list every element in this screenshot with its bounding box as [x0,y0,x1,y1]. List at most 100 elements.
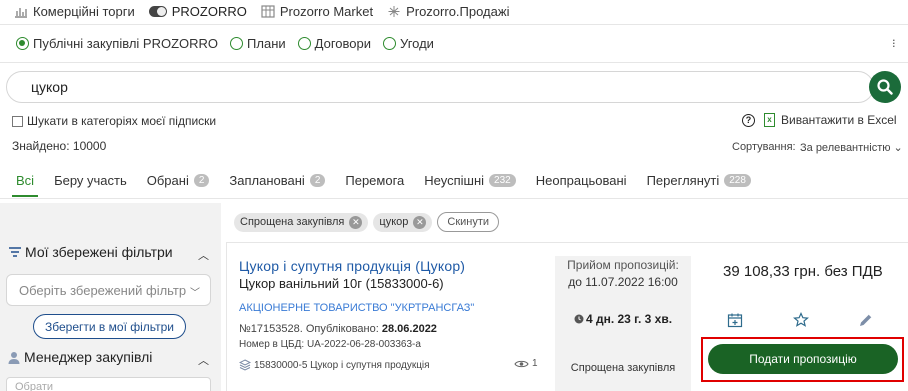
chevron-up-icon[interactable]: ︿ [198,247,209,263]
tender-card: Цукор і супутня продукція (Цукор) Цукор … [226,242,908,391]
clock-icon [574,314,584,324]
procurement-type: Спрощена закупівля [570,362,676,374]
saved-filter-select[interactable]: Оберіть збережений фільтр ﹀ [6,274,211,306]
tender-status: Прийом пропозицій: [567,258,679,272]
tab-label: Неуспішні [424,173,485,188]
sort-value: За релевантністю [800,142,891,154]
tender-deadline: до 11.07.2022 16:00 [568,275,678,289]
person-icon [8,351,20,364]
active-filters: Спрощена закупівля ✕ цукор ✕ Скинути [234,212,500,232]
tab-planned[interactable]: Заплановані 2 [219,169,335,196]
tab-unsuccessful[interactable]: Неуспішні 232 [414,169,525,196]
pencil-icon[interactable] [858,312,874,328]
reset-filters-button[interactable]: Скинути [437,212,500,232]
nav-label: Prozorro Market [279,3,374,19]
tab-label: Переглянуті [646,173,720,188]
countdown-text: 4 дн. 23 г. 3 хв. [585,312,673,326]
nav-prozorro-sales[interactable]: Prozorro.Продажі [387,4,509,19]
classification: 15830000-5 Цукор і супутня продукція [239,359,430,371]
sort-label: Сортування: [732,141,796,153]
radio-dot [16,37,29,50]
help-icon[interactable]: ? [742,114,755,127]
count-badge: 2 [309,174,326,187]
save-filter-button[interactable]: Зберегти в мої фільтри [33,314,186,339]
results-count: Знайдено: 10000 [12,139,107,153]
sort-dropdown[interactable]: За релевантністю ⌄ [800,141,903,154]
tab-label: Перемога [345,173,405,188]
radio-public-procurement[interactable]: Публічні закупівлі PROZORRO [16,36,218,51]
tab-favorites[interactable]: Обрані 2 [137,169,220,196]
filter-lines-icon [9,247,21,257]
top-navigation: Комерційні торги PROZORRO Prozorro Marke… [0,0,908,22]
star-icon[interactable] [793,312,809,328]
nav-commercial-trades[interactable]: Комерційні торги [14,4,135,19]
toggle-icon [148,5,167,17]
chevron-down-icon: ⌄ [893,142,903,154]
tender-title[interactable]: Цукор і супутня продукція (Цукор) [239,258,465,274]
count-badge: 232 [489,174,516,187]
tab-label: Обрані [146,173,189,188]
tender-price: 39 108,33 грн. без ПДВ [723,263,883,280]
tab-label: Всі [16,173,35,188]
excel-icon: x [764,113,775,127]
tender-status-panel: Прийом пропозицій: до 11.07.2022 16:00 4… [555,256,691,391]
export-excel-link[interactable]: x Вивантажити в Excel [764,113,897,127]
radio-contracts[interactable]: Договори [297,36,372,51]
tender-subtitle: Цукор ванільний 10г (15833000-6) [239,276,444,291]
add-to-calendar-icon[interactable] [727,312,743,328]
radio-label: Угоди [400,36,434,51]
search-button[interactable] [869,71,901,103]
filters-sidebar: Мої збережені фільтри ︿ Оберіть збережен… [0,203,221,391]
radio-dot [297,37,311,50]
manager-header[interactable]: Менеджер закупівлі [8,349,152,365]
manager-select[interactable]: Обрати [6,377,211,391]
chevron-up-icon[interactable]: ︿ [198,352,209,368]
saved-filters-header[interactable]: Мої збережені фільтри [8,244,173,260]
radio-plans[interactable]: Плани [230,36,286,51]
submit-proposal-button[interactable]: Подати пропозицію [708,344,898,374]
close-icon[interactable]: ✕ [413,215,427,229]
nav-prozorro-market[interactable]: Prozorro Market [261,4,373,19]
sparkle-icon [388,5,400,17]
close-icon[interactable]: ✕ [349,215,363,229]
radio-label: Плани [247,36,286,51]
manager-title: Менеджер закупівлі [24,349,153,365]
search-icon [877,79,893,95]
saved-filters-title: Мої збережені фільтри [25,244,173,260]
radio-agreements[interactable]: Угоди [383,36,434,51]
more-menu-icon[interactable]: · · · [892,33,896,52]
radio-dot [230,37,244,50]
views-count: 1 [532,358,538,369]
checkbox[interactable] [12,115,23,127]
count-badge: 228 [724,174,751,187]
tab-all[interactable]: Всі [6,169,44,197]
chart-icon [15,7,27,18]
nav-label: PROZORRO [171,3,247,19]
chevron-down-icon: ﹀ [190,288,200,299]
nav-prozorro[interactable]: PROZORRO [148,3,247,19]
divider [0,62,908,63]
tab-label: Неопрацьовані [535,173,627,188]
tab-participating[interactable]: Беру участь [44,169,137,196]
search-input[interactable] [6,71,874,103]
tab-label: Заплановані [229,173,305,188]
countdown: 4 дн. 23 г. 3 хв. [555,312,691,326]
radio-label: Договори [314,36,372,51]
chip-label: Спрощена закупівля [240,216,345,228]
radio-label: Публічні закупівлі PROZORRO [33,36,219,51]
id-text: №17153528. Опубліковано: [239,323,379,335]
nav-label: Комерційні торги [33,3,135,19]
count-badge: 2 [193,174,210,187]
subscription-filter[interactable]: Шукати в категоріях моєї підписки [12,114,216,128]
tab-unprocessed[interactable]: Неопрацьовані [526,169,637,196]
nav-label: Prozorro.Продажі [406,3,510,19]
organization-link[interactable]: АКЦІОНЕРНЕ ТОВАРИСТВО "УКРТРАНСГАЗ" [239,302,474,314]
tab-victory[interactable]: Перемога [335,169,414,196]
tab-label: Беру участь [54,173,127,188]
select-placeholder: Оберіть збережений фільтр [19,283,187,298]
divider [0,198,908,199]
divider [0,24,908,25]
tab-viewed[interactable]: Переглянуті 228 [637,169,761,196]
subscription-label: Шукати в категоріях моєї підписки [27,114,217,128]
filter-chip: цукор ✕ [373,212,433,232]
